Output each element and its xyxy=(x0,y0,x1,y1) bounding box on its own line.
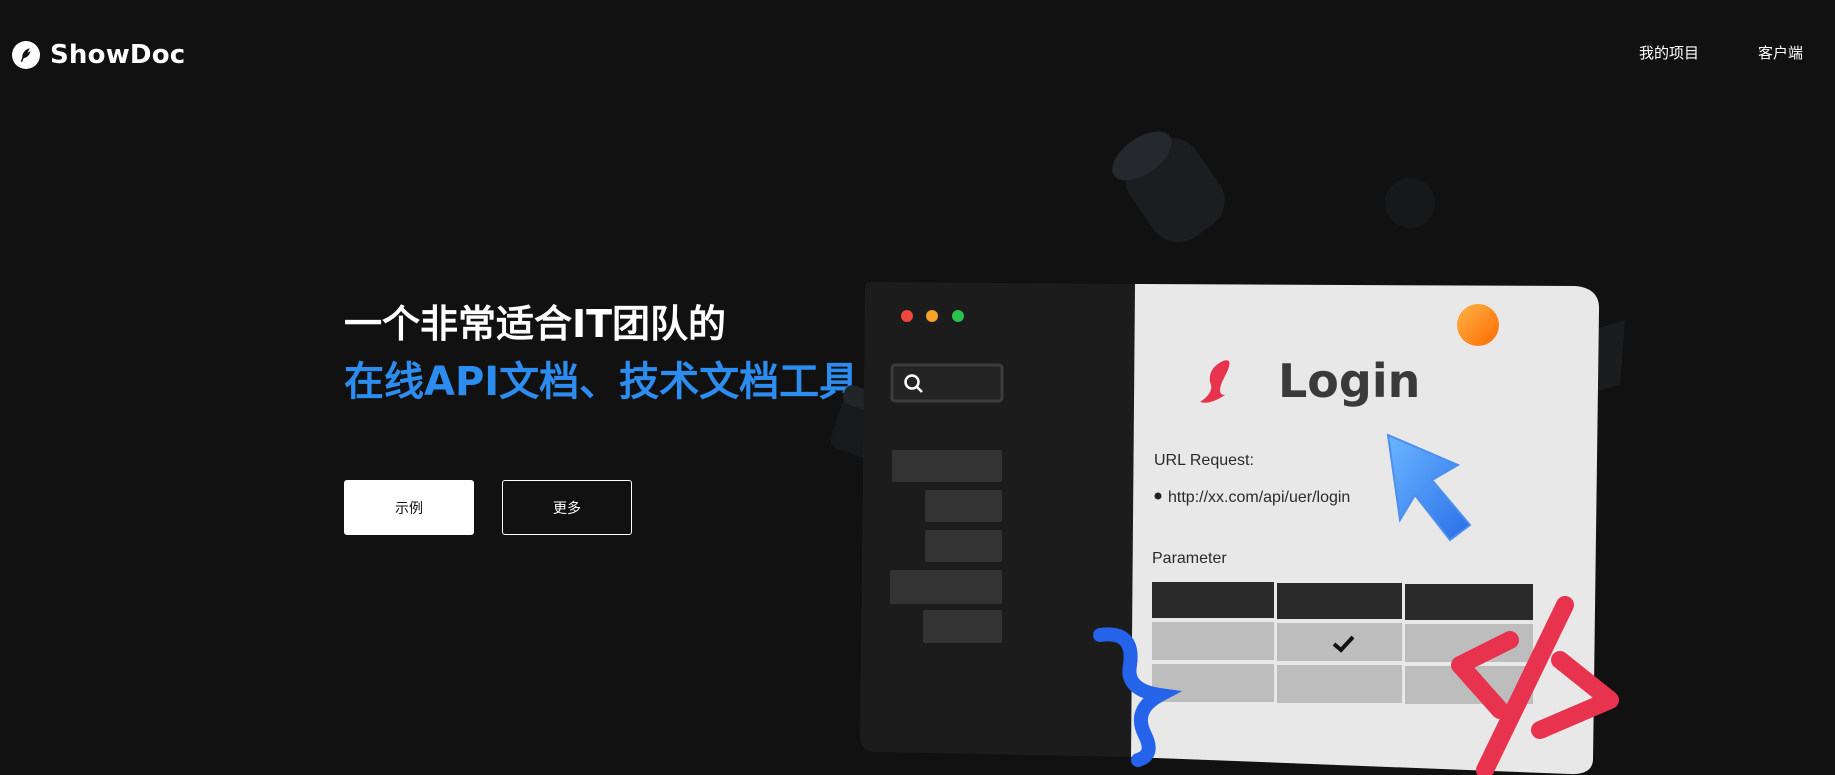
nav-client[interactable]: 客户端 xyxy=(1758,42,1803,63)
mock-sidebar-item xyxy=(892,450,1002,482)
logo-text: ShowDoc xyxy=(50,40,186,70)
example-button[interactable]: 示例 xyxy=(344,480,474,535)
window-minimize-dot xyxy=(926,310,938,322)
floating-sphere-shape xyxy=(1385,178,1435,228)
top-navigation-bar: ShowDoc 我的项目 客户端 xyxy=(0,0,1835,110)
feather-logo-icon xyxy=(12,41,40,69)
mock-login-title: Login xyxy=(1278,354,1420,408)
mock-sidebar-item xyxy=(890,570,1002,604)
bullet xyxy=(1154,492,1162,500)
mock-url-request-label: URL Request: xyxy=(1154,452,1254,469)
hero-buttons: 示例 更多 xyxy=(344,480,632,535)
logo[interactable]: ShowDoc xyxy=(12,40,185,70)
main-nav: 我的项目 客户端 xyxy=(1639,42,1803,63)
orange-ball-decoration xyxy=(1457,304,1499,346)
nav-my-projects[interactable]: 我的项目 xyxy=(1639,42,1699,63)
window-close-dot xyxy=(901,310,913,322)
mock-sidebar-item xyxy=(925,490,1002,522)
more-button[interactable]: 更多 xyxy=(502,480,632,535)
window-maximize-dot xyxy=(952,310,964,322)
mock-parameter-label: Parameter xyxy=(1152,550,1227,567)
hero-title-line2: 在线API文档、技术文档工具 xyxy=(344,359,860,405)
hero-heading: 一个非常适合IT团队的 在线API文档、技术文档工具 xyxy=(344,300,859,412)
hero-title-line1: 一个非常适合IT团队的 xyxy=(344,302,727,346)
mock-search-box xyxy=(890,363,1004,403)
mock-url-value: http://xx.com/api/uer/login xyxy=(1168,489,1350,506)
hero-illustration: Login URL Request: http://xx.com/api/uer… xyxy=(830,131,1625,775)
floating-cylinder-shape xyxy=(1112,131,1225,243)
mock-sidebar-item xyxy=(925,530,1002,562)
mock-sidebar-item xyxy=(923,610,1002,643)
